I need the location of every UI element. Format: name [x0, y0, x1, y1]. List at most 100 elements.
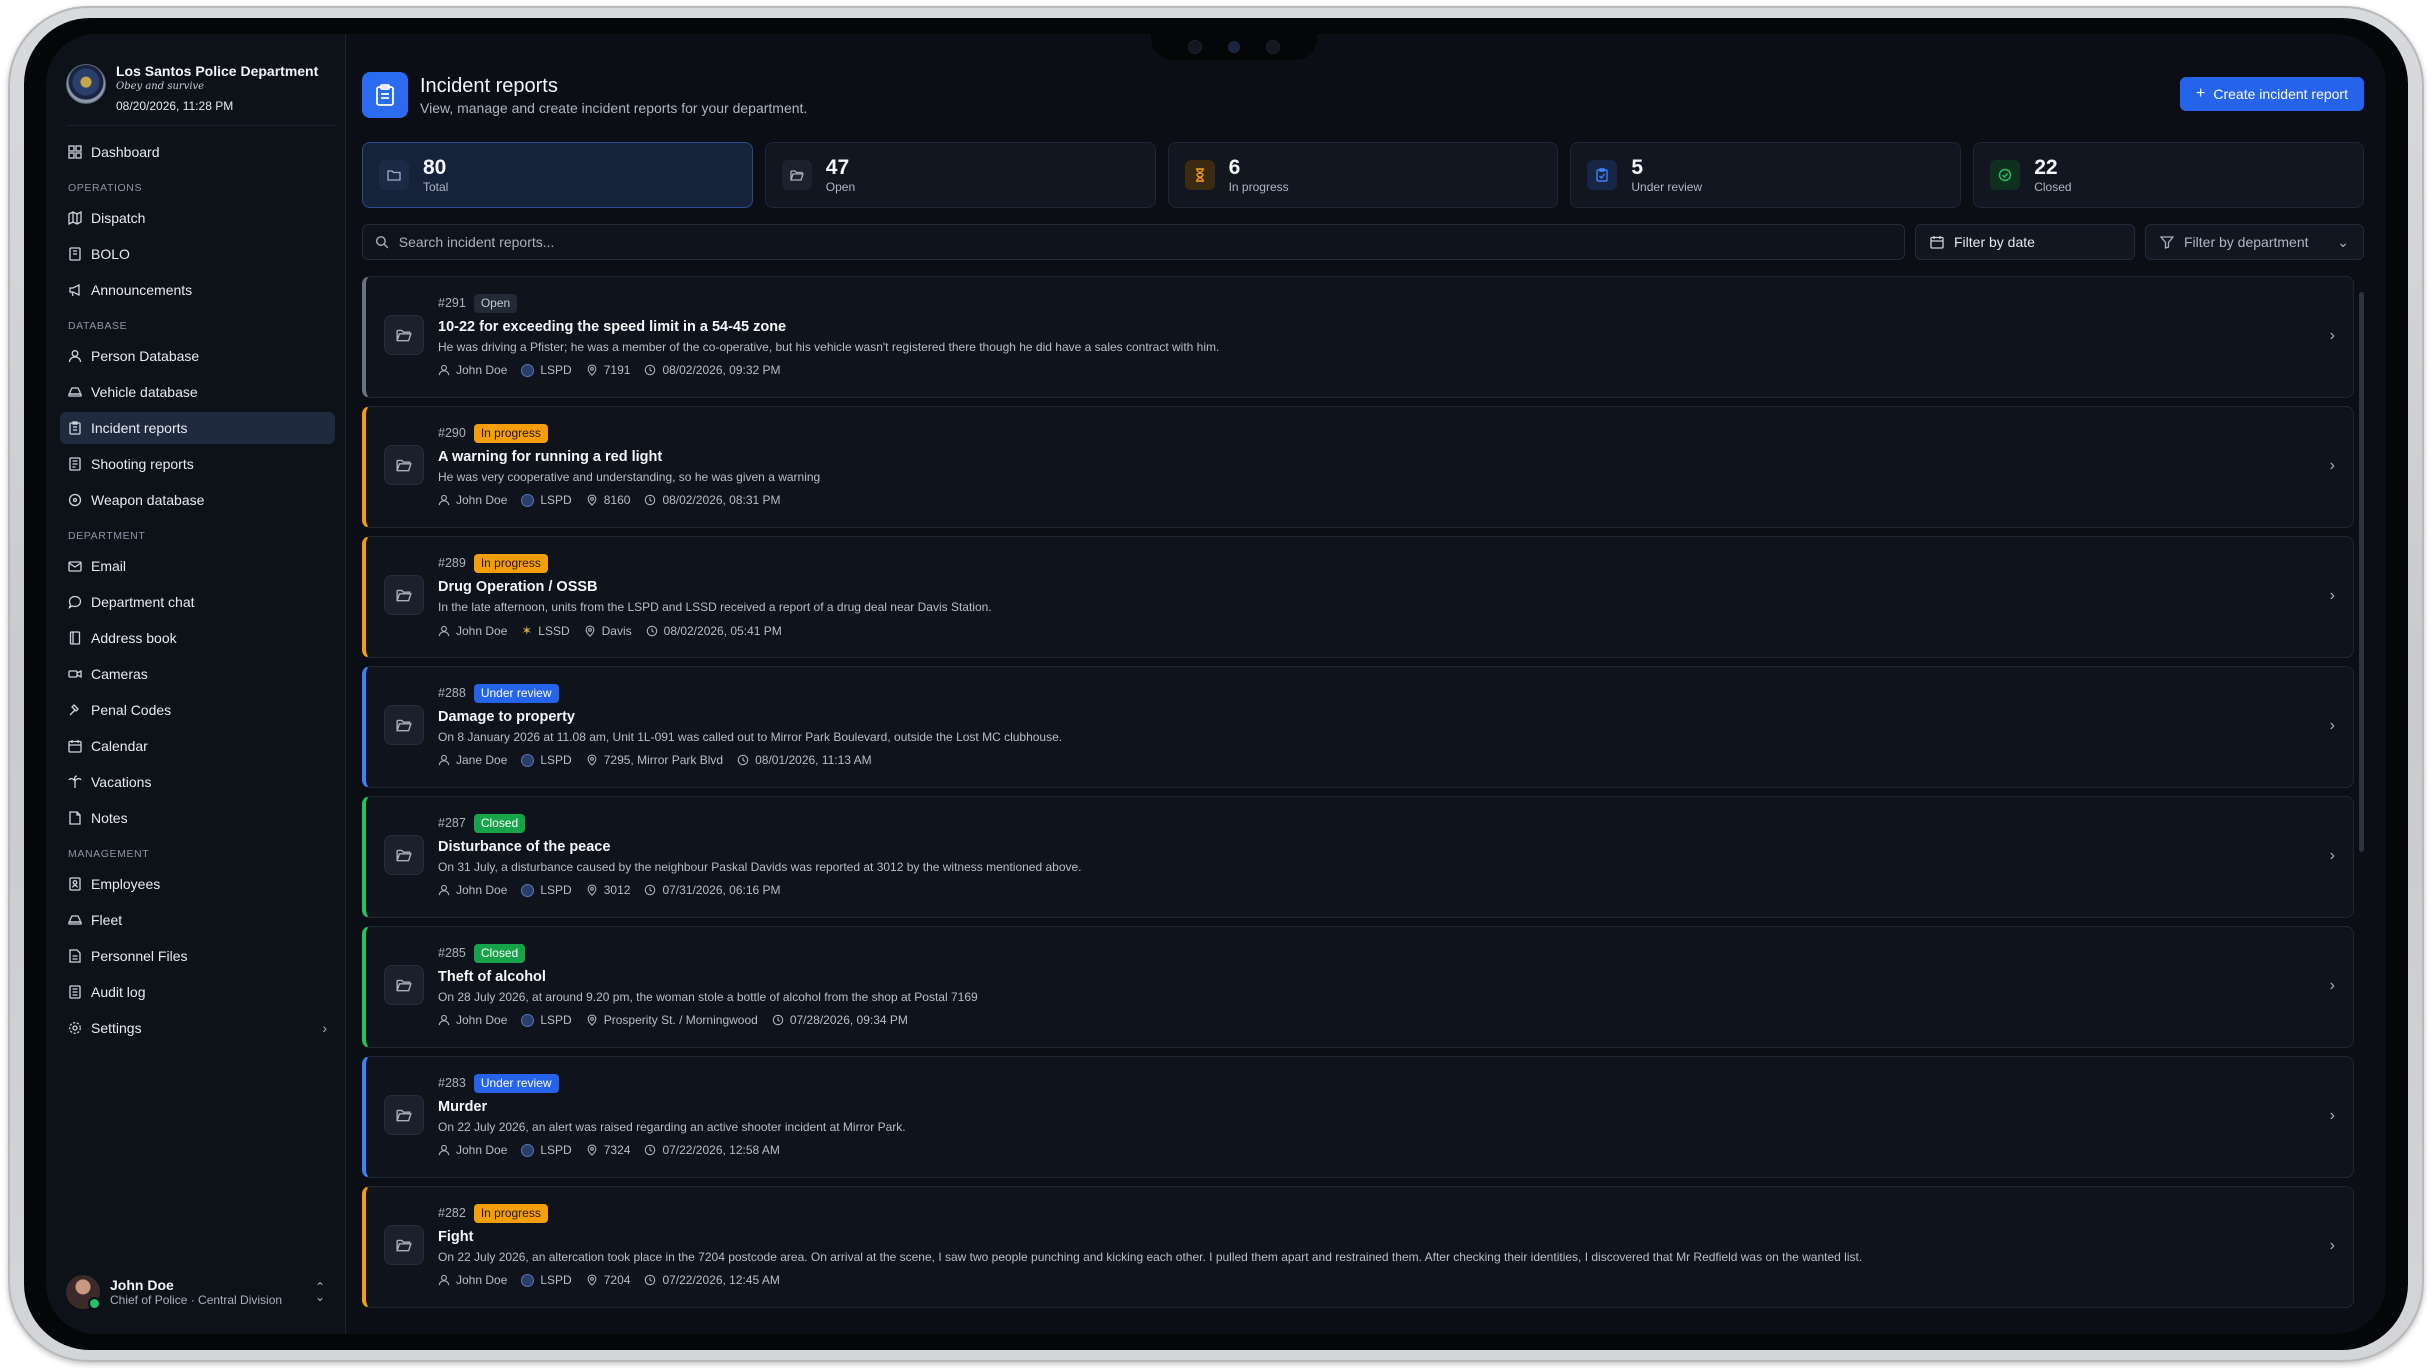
incident-report-row[interactable]: #285 Closed Theft of alcohol On 28 July … — [362, 926, 2354, 1048]
user-icon — [438, 494, 450, 506]
report-author: John Doe — [456, 1013, 508, 1027]
stat-card-closed[interactable]: 22 Closed — [1973, 142, 2364, 208]
sidebar-item-audit-log[interactable]: Audit log — [60, 976, 335, 1008]
sidebar-item-weapon-database[interactable]: Weapon database — [60, 484, 335, 516]
report-department: LSPD — [540, 1143, 572, 1157]
create-incident-report-button[interactable]: + Create incident report — [2180, 77, 2364, 111]
search-input[interactable] — [398, 234, 1892, 250]
sidebar-item-address-book[interactable]: Address book — [60, 622, 335, 654]
sidebar-item-vehicle-database[interactable]: Vehicle database — [60, 376, 335, 408]
scrollbar[interactable] — [2359, 292, 2364, 852]
stat-card-total[interactable]: 80 Total — [362, 142, 753, 208]
sidebar-item-cameras[interactable]: Cameras — [60, 658, 335, 690]
section-label-database: DATABASE — [68, 320, 128, 332]
sidebar-item-department-chat[interactable]: Department chat — [60, 586, 335, 618]
user-icon — [438, 754, 450, 766]
user-icon — [438, 1274, 450, 1286]
incident-report-row[interactable]: #290 In progress A warning for running a… — [362, 406, 2354, 528]
report-department: LSPD — [540, 493, 572, 507]
sidebar-item-vacations[interactable]: Vacations — [60, 766, 335, 798]
stat-label: Closed — [2034, 180, 2072, 194]
stat-label: Total — [423, 180, 449, 194]
sidebar-item-incident-reports[interactable]: Incident reports — [60, 412, 335, 444]
section-label-operations: OPERATIONS — [68, 182, 143, 194]
police-badge-icon — [521, 883, 535, 897]
folder-open-icon — [384, 965, 424, 1005]
report-author: John Doe — [456, 883, 508, 897]
gear-icon — [69, 1022, 81, 1034]
sidebar-item-personnel-files[interactable]: Personnel Files — [60, 940, 335, 972]
report-title: Murder — [438, 1099, 488, 1115]
document-icon — [69, 457, 81, 471]
incident-report-row[interactable]: #288 Under review Damage to property On … — [362, 666, 2354, 788]
sidebar-item-penal-codes[interactable]: Penal Codes — [60, 694, 335, 726]
report-title: Damage to property — [438, 709, 575, 725]
map-pin-icon — [587, 1274, 597, 1286]
report-date: 07/28/2026, 09:34 PM — [789, 1013, 908, 1027]
chevron-right-icon: › — [2329, 1107, 2335, 1124]
incident-report-row[interactable]: #289 In progress Drug Operation / OSSB I… — [362, 536, 2354, 658]
folder-open-icon — [384, 315, 424, 355]
report-location: Prosperity St. / Morningwood — [603, 1013, 758, 1027]
sidebar-item-fleet[interactable]: Fleet — [60, 904, 335, 936]
report-number: #290 — [438, 426, 466, 440]
org-motto: Obey and survive — [116, 81, 205, 92]
filter-by-date-button[interactable]: Filter by date — [1915, 224, 2135, 260]
sidebar-item-calendar[interactable]: Calendar — [60, 730, 335, 762]
stat-label: In progress — [1228, 180, 1289, 194]
car-icon — [68, 387, 82, 397]
report-date: 07/31/2026, 06:16 PM — [662, 883, 781, 897]
tablet-frame: Los Santos Police Department Obey and su… — [8, 6, 2424, 1362]
sidebar-item-label: Dispatch — [91, 210, 146, 226]
sidebar-item-label: Notes — [91, 810, 128, 826]
sidebar-item-shooting-reports[interactable]: Shooting reports — [60, 448, 335, 480]
sidebar-item-label: Settings — [91, 1020, 142, 1036]
report-meta: Jane Doe LSPD 7295, Mirror Park Blvd 08/… — [438, 753, 2293, 767]
report-number: #289 — [438, 556, 466, 570]
sidebar-item-employees[interactable]: Employees — [60, 868, 335, 900]
crosshair-icon — [68, 493, 82, 507]
report-meta: John Doe ✶ LSSD Davis 08/02/2026, 05:41 … — [438, 623, 2293, 639]
user-name: John Doe — [110, 1277, 174, 1293]
sidebar-item-bolo[interactable]: BOLO — [60, 238, 335, 270]
sidebar-item-email[interactable]: Email — [60, 550, 335, 582]
search-box[interactable] — [362, 224, 1905, 260]
incident-report-list: #291 Open 10-22 for exceeding the speed … — [362, 276, 2354, 1334]
chevron-right-icon: › — [2329, 847, 2335, 864]
sidebar-item-dispatch[interactable]: Dispatch — [60, 202, 335, 234]
stat-value: 6 — [1228, 156, 1241, 179]
filter-by-department-select[interactable]: Filter by department ⌄ — [2145, 224, 2364, 260]
folder-open-icon — [384, 1225, 424, 1265]
clipboard-icon — [362, 72, 408, 118]
sidebar-item-announcements[interactable]: Announcements — [60, 274, 335, 306]
police-badge-icon — [521, 493, 535, 507]
sidebar-item-label: Cameras — [91, 666, 148, 682]
palm-tree-icon — [68, 775, 82, 788]
sidebar-item-person-database[interactable]: Person Database — [60, 340, 335, 372]
incident-report-row[interactable]: #282 In progress Fight On 22 July 2026, … — [362, 1186, 2354, 1308]
police-badge-icon — [521, 1013, 535, 1027]
report-title: Fight — [438, 1229, 474, 1245]
stat-card-in-progress[interactable]: 6 In progress — [1167, 142, 1559, 208]
incident-report-row[interactable]: #283 Under review Murder On 22 July 2026… — [362, 1056, 2354, 1178]
stat-card-under-review[interactable]: 5 Under review — [1570, 142, 1962, 208]
report-department: LSSD — [538, 624, 570, 638]
user-menu[interactable]: John Doe Chief of Police · Central Divis… — [60, 1272, 331, 1312]
report-description: He was very cooperative and understandin… — [438, 470, 821, 484]
incident-report-row[interactable]: #287 Closed Disturbance of the peace On … — [362, 796, 2354, 918]
sidebar-item-dashboard[interactable]: Dashboard — [60, 136, 335, 168]
report-location: 8160 — [603, 493, 631, 507]
stat-value: 22 — [2034, 156, 2058, 179]
clock-icon — [645, 1274, 656, 1286]
incident-report-row[interactable]: #291 Open 10-22 for exceeding the speed … — [362, 276, 2354, 398]
screen: Los Santos Police Department Obey and su… — [46, 34, 2386, 1334]
sidebar-item-settings[interactable]: Settings › — [60, 1012, 335, 1044]
report-title: Drug Operation / OSSB — [438, 579, 598, 595]
stat-card-open[interactable]: 47 Open — [764, 142, 1156, 208]
sidebar-item-notes[interactable]: Notes — [60, 802, 335, 834]
report-meta: John Doe LSPD 7324 07/22/2026, 12:58 AM — [438, 1143, 2293, 1157]
sidebar-item-label: Calendar — [91, 738, 148, 754]
stat-label: Open — [825, 180, 856, 194]
report-description: On 22 July 2026, an altercation took pla… — [438, 1250, 1863, 1264]
report-number: #291 — [438, 296, 466, 310]
